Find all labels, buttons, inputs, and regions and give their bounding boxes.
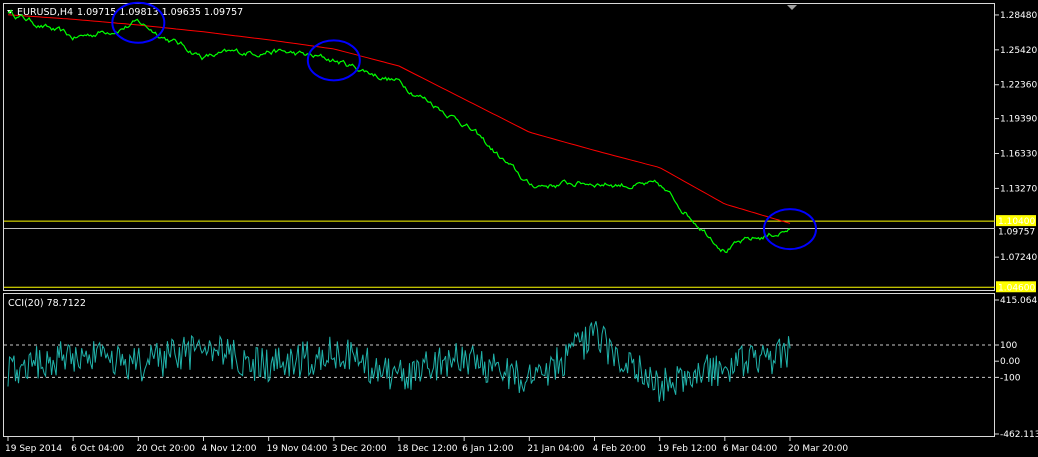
- time-axis: 19 Sep 2014 6 Oct 04:00 20 Oct 20:00 4 Nov …: [5, 437, 848, 454]
- chart-root: EURUSD,H4 1.09715 1.09813 1.09635 1.0975…: [3, 1, 1038, 454]
- current-price-label: 1.09757: [998, 227, 1035, 237]
- time-tick-label: 19 Feb 12:00: [658, 444, 717, 454]
- cci-levels: [4, 344, 995, 378]
- cci-title: CCI(20) 78.7122: [8, 298, 86, 309]
- hline-tag-label: 1.04600: [998, 283, 1035, 293]
- time-tick-label: 21 Jan 04:00: [527, 444, 584, 454]
- time-tick-label: 6 Mar 04:00: [723, 444, 778, 454]
- horizontal-lines: 1.10400 1.04600 1.09757: [4, 215, 1036, 293]
- price-tick-label: 1.19390: [1000, 115, 1037, 125]
- time-tick-label: 6 Jan 12:00: [462, 444, 514, 454]
- cci-tick-label: 415.064: [1000, 296, 1037, 306]
- price-tick-label: 1.16330: [1000, 150, 1037, 160]
- moving-average-line: [7, 14, 791, 224]
- cci-tick-label: 0.00: [1000, 357, 1020, 367]
- time-tick-label: 4 Feb 20:00: [593, 444, 647, 454]
- time-tick-label: 19 Sep 2014: [5, 444, 62, 454]
- price-layer: [7, 9, 791, 254]
- time-tick-label: 20 Mar 20:00: [788, 444, 848, 454]
- cci-line: [7, 321, 791, 403]
- hline-tag-label: 1.10400: [998, 217, 1035, 227]
- cci-tick-label: -462.1133: [1000, 430, 1038, 440]
- price-tick-label: 1.28480: [1000, 11, 1037, 21]
- cci-layer: [7, 321, 791, 403]
- moving-average-layer: [7, 14, 791, 224]
- price-tick-label: 1.07240: [1000, 253, 1037, 263]
- time-tick-label: 4 Nov 12:00: [202, 444, 257, 454]
- cci-axis: 415.064 100 0.00 -100 -462.1133: [995, 296, 1038, 440]
- cci-tick-label: 100: [1000, 341, 1017, 351]
- price-tick-label: 1.22360: [1000, 81, 1037, 91]
- time-tick-label: 18 Dec 12:00: [397, 444, 458, 454]
- price-tick-label: 1.13270: [1000, 184, 1037, 194]
- time-tick-label: 3 Dec 20:00: [332, 444, 387, 454]
- price-line: [7, 9, 791, 254]
- price-tick-label: 1.25420: [1000, 46, 1037, 56]
- time-tick-label: 6 Oct 04:00: [71, 444, 124, 454]
- time-tick-label: 20 Oct 20:00: [136, 444, 195, 454]
- time-tick-label: 19 Nov 04:00: [267, 444, 328, 454]
- price-panel-frame: [3, 3, 995, 291]
- cci-tick-label: -100: [1000, 373, 1021, 383]
- chart-shift-marker-icon[interactable]: [787, 5, 797, 10]
